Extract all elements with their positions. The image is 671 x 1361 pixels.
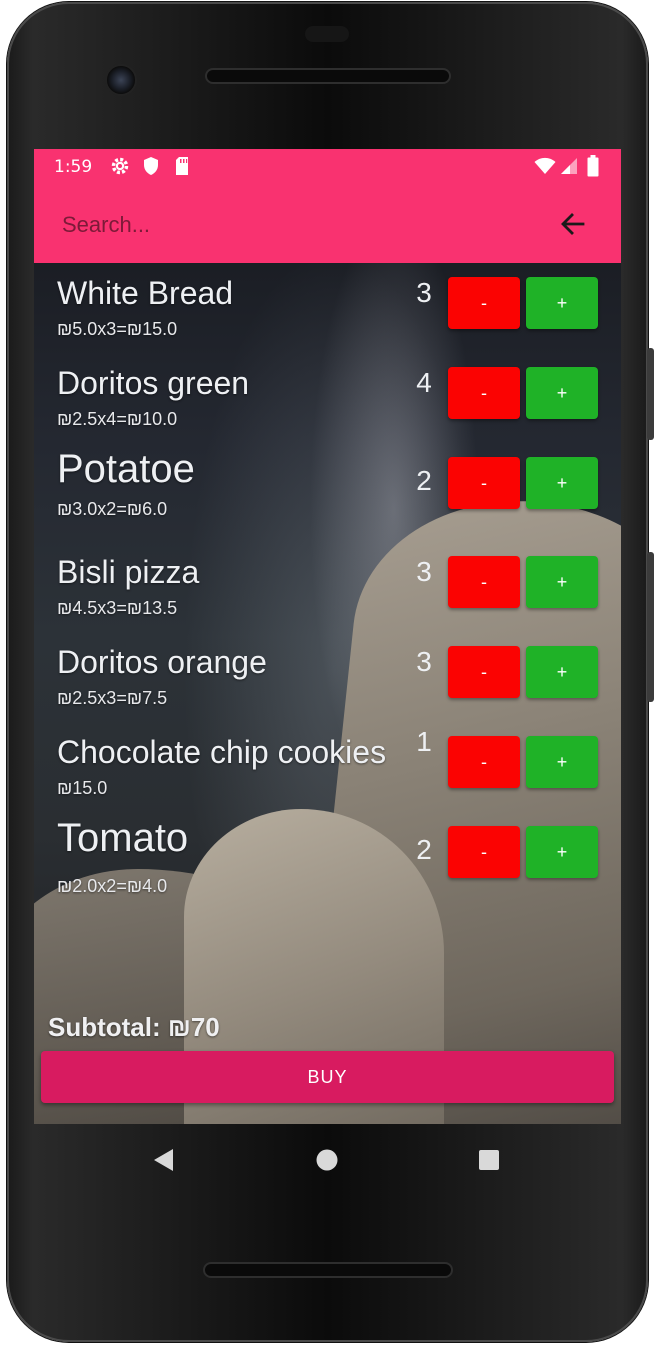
item-quantity: 3 [416, 277, 432, 308]
item-quantity: 3 [416, 556, 432, 587]
item-name: Tomato [57, 816, 189, 860]
increase-button[interactable]: + [526, 556, 598, 608]
volume-button [647, 552, 654, 702]
list-item: Doritos green ₪2.5x4=₪10.0 4 - + [34, 353, 621, 443]
search-toolbar [34, 185, 621, 263]
decrease-button[interactable]: - [448, 367, 520, 419]
item-quantity: 1 [416, 726, 432, 757]
status-time: 1:59 [54, 157, 93, 177]
system-nav-bar [34, 1124, 621, 1194]
item-quantity: 2 [416, 834, 432, 865]
increase-button[interactable]: + [526, 457, 598, 509]
increase-button[interactable]: + [526, 646, 598, 698]
wifi-icon [534, 157, 556, 174]
screen: 1:59 White Bread ₪5.0x3=₪15.0 [34, 149, 621, 1124]
shield-icon [144, 157, 158, 175]
item-name: Potatoe [57, 447, 195, 491]
item-name: White Bread [57, 275, 234, 311]
list-item: White Bread ₪5.0x3=₪15.0 3 - + [34, 263, 621, 353]
signal-icon [561, 158, 577, 174]
decrease-button[interactable]: - [448, 736, 520, 788]
list-item: Tomato ₪2.0x2=₪4.0 2 - + [34, 812, 621, 902]
item-quantity: 4 [416, 367, 432, 398]
item-price-calc: ₪15.0 [57, 778, 108, 798]
bottom-speaker [203, 1262, 453, 1278]
increase-button[interactable]: + [526, 367, 598, 419]
item-price-calc: ₪2.5x3=₪7.5 [57, 688, 168, 708]
gear-icon [111, 157, 129, 175]
list-item: Doritos orange ₪2.5x3=₪7.5 3 - + [34, 632, 621, 722]
top-notch [305, 26, 349, 42]
list-item: Chocolate chip cookies ₪15.0 1 - + [34, 722, 621, 812]
decrease-button[interactable]: - [448, 556, 520, 608]
decrease-button[interactable]: - [448, 457, 520, 509]
back-triangle-icon[interactable] [146, 1142, 182, 1178]
decrease-button[interactable]: - [448, 646, 520, 698]
item-name: Doritos orange [57, 644, 267, 680]
arrow-left-icon[interactable] [556, 207, 590, 241]
item-price-calc: ₪2.5x4=₪10.0 [57, 409, 178, 429]
status-bar: 1:59 [34, 149, 621, 185]
item-quantity: 2 [416, 465, 432, 496]
item-price-calc: ₪5.0x3=₪15.0 [57, 319, 178, 339]
earpiece-speaker [205, 68, 451, 84]
sd-card-icon [176, 157, 188, 175]
item-price-calc: ₪2.0x2=₪4.0 [57, 876, 168, 896]
item-price-calc: ₪3.0x2=₪6.0 [57, 499, 168, 519]
increase-button[interactable]: + [526, 826, 598, 878]
decrease-button[interactable]: - [448, 277, 520, 329]
search-input[interactable] [60, 205, 534, 245]
item-quantity: 3 [416, 646, 432, 677]
recents-square-icon[interactable] [471, 1142, 507, 1178]
battery-icon [587, 155, 599, 177]
increase-button[interactable]: + [526, 277, 598, 329]
front-camera [105, 64, 137, 96]
list-item: Potatoe ₪3.0x2=₪6.0 2 - + [34, 443, 621, 533]
increase-button[interactable]: + [526, 736, 598, 788]
home-circle-icon[interactable] [309, 1142, 345, 1178]
subtotal-label: Subtotal: ₪70 [48, 1012, 220, 1042]
item-price-calc: ₪4.5x3=₪13.5 [57, 598, 178, 618]
power-button [647, 348, 654, 440]
item-name: Doritos green [57, 365, 250, 401]
item-name: Chocolate chip cookies [57, 734, 387, 770]
item-name: Bisli pizza [57, 554, 200, 590]
decrease-button[interactable]: - [448, 826, 520, 878]
list-item: Bisli pizza ₪4.5x3=₪13.5 3 - + [34, 542, 621, 632]
buy-button[interactable]: BUY [41, 1051, 614, 1103]
